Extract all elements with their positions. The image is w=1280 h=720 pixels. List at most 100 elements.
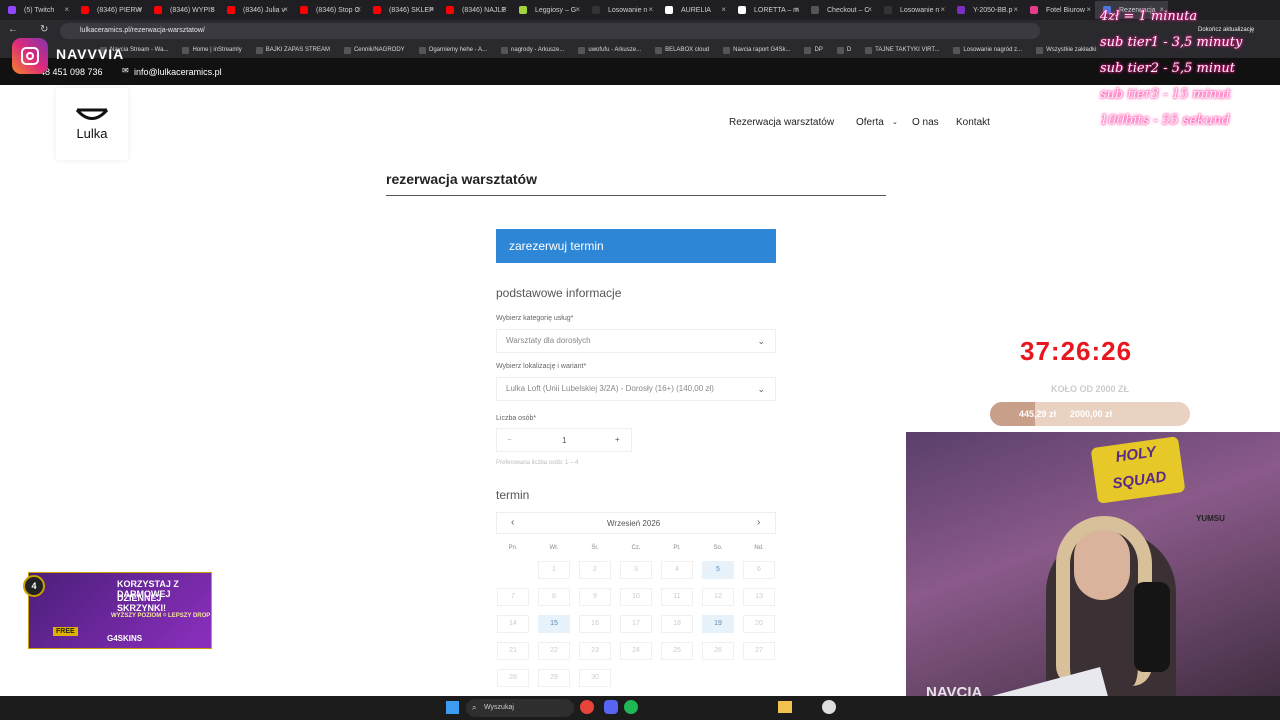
bookmark-item[interactable]: Cennik/NAGRODY <box>343 46 405 54</box>
calendar-day[interactable]: 7 <box>497 588 529 606</box>
increment-button[interactable]: + <box>615 435 620 444</box>
calendar-day[interactable]: 23 <box>579 642 611 660</box>
chrome-icon[interactable] <box>580 700 594 714</box>
close-icon[interactable]: × <box>867 5 872 14</box>
calendar-day[interactable]: 6 <box>743 561 775 579</box>
calendar-day[interactable]: 3 <box>620 561 652 579</box>
bookmark-item[interactable]: DP <box>804 46 823 54</box>
calendar-day[interactable]: 24 <box>620 642 652 660</box>
calendar-day[interactable]: 19 <box>702 615 734 633</box>
calendar-day[interactable]: 14 <box>497 615 529 633</box>
back-icon[interactable]: ← <box>8 24 18 35</box>
browser-tab[interactable]: Losowanie n × <box>876 1 949 19</box>
chevron-down-icon[interactable]: ⌄ <box>892 118 898 126</box>
close-icon[interactable]: × <box>137 5 142 14</box>
calendar-day[interactable]: 25 <box>661 642 693 660</box>
browser-tab[interactable]: AURELIA × <box>657 1 730 19</box>
reserve-button[interactable]: zarezerwuj termin <box>496 229 776 263</box>
browser-tab[interactable]: (8346) WYPIS × <box>146 1 219 19</box>
calendar-day[interactable]: 9 <box>579 588 611 606</box>
browser-tab[interactable]: Losowanie n × <box>584 1 657 19</box>
email-link[interactable]: info@lulkaceramics.pl <box>134 67 222 77</box>
browser-tab[interactable]: Y-2050-BB.p × <box>949 1 1022 19</box>
calendar-day[interactable]: 20 <box>743 615 775 633</box>
bookmark-item[interactable]: Navcia raport G4Sk... <box>723 46 790 54</box>
calendar-day[interactable]: 10 <box>620 588 652 606</box>
site-logo[interactable]: Lulka <box>56 88 128 160</box>
calendar-day[interactable]: 17 <box>620 615 652 633</box>
calendar-day[interactable]: 13 <box>743 588 775 606</box>
browser-tab[interactable]: Fotel Biurow × <box>1022 1 1095 19</box>
location-select[interactable]: Lulka Loft (Unii Lubelskiej 3/2A) - Doro… <box>496 377 776 401</box>
calendar-day[interactable]: 28 <box>497 669 529 687</box>
bookmark-item[interactable]: Home | inStreamly <box>182 46 242 54</box>
reload-icon[interactable]: ↻ <box>40 24 48 35</box>
close-icon[interactable]: × <box>210 5 215 14</box>
nav-oferta[interactable]: Oferta <box>856 117 884 128</box>
browser-tab[interactable]: (8346) Julia v × <box>219 1 292 19</box>
calendar-day[interactable]: 26 <box>702 642 734 660</box>
close-icon[interactable]: × <box>721 5 726 14</box>
bookmark-item[interactable]: Wszystkie zakładki <box>1036 46 1096 54</box>
bookmark-item[interactable]: TAJNE TAKTYKI VIRT... <box>865 46 939 54</box>
browser-tab[interactable]: LORETTA – m × <box>730 1 803 19</box>
calendar-day[interactable]: 5 <box>702 561 734 579</box>
close-icon[interactable]: × <box>794 5 799 14</box>
close-icon[interactable]: × <box>575 5 580 14</box>
nav-kontakt[interactable]: Kontakt <box>956 117 990 128</box>
browser-tab[interactable]: Checkout – C × <box>803 1 876 19</box>
browser-tab[interactable]: Leggiosy – G × <box>511 1 584 19</box>
calendar-next-button[interactable]: › <box>757 517 760 528</box>
calendar-day[interactable]: 1 <box>538 561 570 579</box>
close-icon[interactable]: × <box>283 5 288 14</box>
address-bar[interactable]: lulkaceramics.pl/rezerwacja-warsztatow/ <box>60 23 1040 39</box>
bookmark-item[interactable]: BELABOX cloud <box>655 46 709 54</box>
bookmark-item[interactable]: uwofufu - Arkusze... <box>578 46 641 54</box>
decrement-button[interactable]: − <box>507 435 512 444</box>
close-icon[interactable]: × <box>1013 5 1018 14</box>
phone-number[interactable]: 48 451 098 736 <box>40 67 103 77</box>
calendar-day[interactable]: 8 <box>538 588 570 606</box>
calendar-day[interactable]: 4 <box>661 561 693 579</box>
windows-start-icon[interactable] <box>446 701 459 714</box>
close-icon[interactable]: × <box>940 5 945 14</box>
calendar-day[interactable]: 22 <box>538 642 570 660</box>
bookmark-item[interactable]: BAJKI ZAPAS STREAM <box>255 46 330 54</box>
calendar-day[interactable]: 16 <box>579 615 611 633</box>
calendar-day[interactable]: 21 <box>497 642 529 660</box>
g4skins-promo-banner[interactable]: 4 KORZYSTAJ Z DARMOWEJ DZIENNEJ SKRZYNKI… <box>23 572 212 649</box>
calendar-day[interactable]: 18 <box>661 615 693 633</box>
taskbar-search[interactable]: ⌕ Wyszukaj <box>466 699 574 717</box>
calendar-day[interactable]: 12 <box>702 588 734 606</box>
bookmark-item[interactable]: nagrody - Arkusze... <box>501 46 564 54</box>
calendar-day[interactable]: 27 <box>743 642 775 660</box>
browser-tab[interactable]: (5) Twitch × <box>0 1 73 19</box>
people-stepper[interactable]: − 1 + <box>496 428 632 452</box>
browser-tab[interactable]: (8346) PIERW × <box>73 1 146 19</box>
calendar-day[interactable]: 29 <box>538 669 570 687</box>
nav-rezerwacja[interactable]: Rezerwacja warsztatów <box>729 117 834 128</box>
calendar-day[interactable]: 30 <box>579 669 611 687</box>
calendar-day[interactable]: 2 <box>579 561 611 579</box>
bookmark-item[interactable]: D <box>836 46 851 54</box>
calendar-day[interactable]: 11 <box>661 588 693 606</box>
discord-icon[interactable] <box>604 700 618 714</box>
close-icon[interactable]: × <box>356 5 361 14</box>
browser-tab[interactable]: (8346) NAJLE × <box>438 1 511 19</box>
obs-icon[interactable] <box>822 700 836 714</box>
bookmark-item[interactable]: Ogarniemy hehe - A... <box>418 46 487 54</box>
close-icon[interactable]: × <box>502 5 507 14</box>
browser-tab[interactable]: (8346) Stop C × <box>292 1 365 19</box>
calendar-day[interactable]: 15 <box>538 615 570 633</box>
close-icon[interactable]: × <box>429 5 434 14</box>
folder-icon[interactable] <box>778 701 792 713</box>
nav-o-nas[interactable]: O nas <box>912 117 939 128</box>
calendar-prev-button[interactable]: ‹ <box>511 517 514 528</box>
close-icon[interactable]: × <box>648 5 653 14</box>
spotify-icon[interactable] <box>624 700 638 714</box>
close-icon[interactable]: × <box>1086 5 1091 14</box>
close-icon[interactable]: × <box>64 5 69 14</box>
bookmark-item[interactable]: Losowanie nagród z... <box>953 46 1022 54</box>
people-value[interactable]: 1 <box>562 436 566 445</box>
category-select[interactable]: Warsztaty dla dorosłych ⌄ <box>496 329 776 353</box>
